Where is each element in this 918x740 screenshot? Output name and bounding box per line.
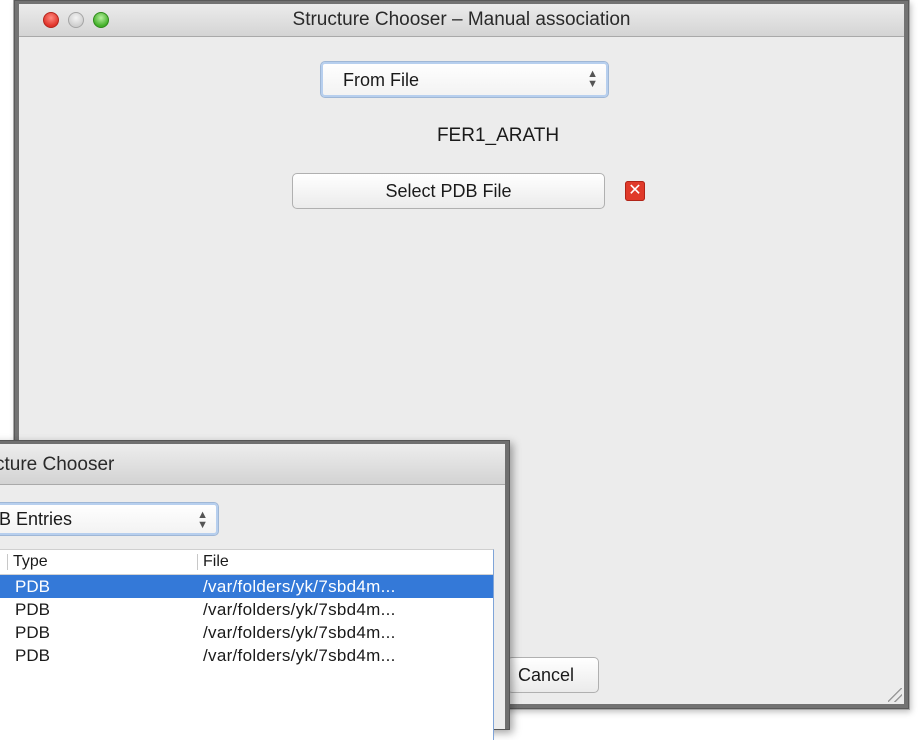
column-header-type[interactable]: Type [13, 550, 48, 574]
column-header-file[interactable]: File [203, 550, 229, 574]
second-title-bar[interactable]: cture Chooser [0, 444, 505, 485]
window-title: Structure Chooser – Manual association [292, 9, 631, 30]
cell-type: PDB [15, 600, 50, 619]
table-row[interactable]: PDB /var/folders/yk/7sbd4m... [0, 598, 493, 621]
cell-file: /var/folders/yk/7sbd4m... [203, 577, 396, 596]
resize-grip-icon[interactable] [888, 688, 902, 702]
table-header: ▲ Type File [0, 550, 493, 575]
cell-type: PDB [15, 623, 50, 642]
table-row[interactable]: PDB /var/folders/yk/7sbd4m... [0, 621, 493, 644]
second-window-title: cture Chooser [0, 454, 115, 475]
sort-arrow-icon[interactable]: ▲ [0, 550, 1, 574]
close-icon[interactable]: ✕ [625, 181, 645, 201]
cell-file: /var/folders/yk/7sbd4m... [203, 600, 396, 619]
entries-select-value: DB Entries [0, 509, 73, 529]
updown-arrows-icon: ▲ ▼ [197, 509, 208, 531]
table-row[interactable]: PDB /var/folders/yk/7sbd4m... [0, 644, 493, 667]
title-bar[interactable]: Structure Chooser – Manual association [19, 4, 904, 37]
column-separator[interactable] [7, 554, 8, 570]
structure-chooser-background-window: cture Chooser DB Entries ▲▼ ▲ Type File … [0, 440, 510, 740]
source-select[interactable]: From File ▲ ▼ [320, 61, 609, 98]
source-select-value: From File [343, 70, 419, 90]
second-window-content: DB Entries ▲▼ ▲ Type File PDB /var/folde… [0, 485, 505, 740]
cell-file: /var/folders/yk/7sbd4m... [203, 623, 396, 642]
cancel-button[interactable]: Cancel [507, 657, 599, 693]
cell-type: PDB [15, 646, 50, 665]
structures-table[interactable]: ▲ Type File PDB /var/folders/yk/7sbd4m..… [0, 549, 494, 740]
table-row[interactable]: PDB /var/folders/yk/7sbd4m... [0, 575, 493, 598]
column-separator[interactable] [197, 554, 198, 570]
entries-select[interactable]: DB Entries ▲▼ [0, 502, 219, 536]
select-pdb-file-button[interactable]: Select PDB File [292, 173, 605, 209]
cell-file: /var/folders/yk/7sbd4m... [203, 646, 396, 665]
sequence-name: FER1_ARATH [436, 125, 560, 146]
cell-type: PDB [15, 577, 50, 596]
updown-arrows-icon: ▲ ▼ [587, 68, 598, 90]
